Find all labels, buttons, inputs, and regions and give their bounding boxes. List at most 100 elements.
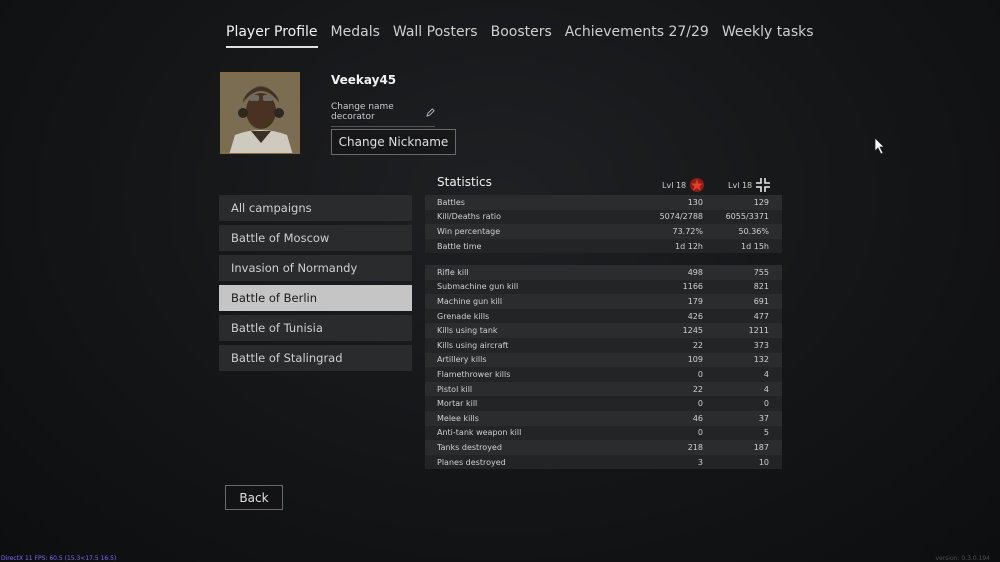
mouse-cursor-icon bbox=[874, 137, 885, 155]
stat-value-axis: 821 bbox=[753, 282, 769, 292]
stat-value-axis: 1211 bbox=[748, 326, 769, 336]
stat-value-axis: 132 bbox=[753, 355, 769, 365]
stat-value-axis: 129 bbox=[753, 197, 769, 207]
red-star-icon bbox=[690, 178, 705, 192]
level-axis: Lvl 18 bbox=[728, 177, 771, 193]
stat-label: Flamethrower kills bbox=[437, 369, 511, 379]
stat-value-allies: 1d 12h bbox=[675, 241, 703, 251]
statistics-title: Statistics bbox=[437, 175, 492, 189]
pencil-icon bbox=[426, 107, 435, 117]
stat-value-allies: 498 bbox=[687, 267, 703, 277]
tab-weekly-tasks[interactable]: Weekly tasks bbox=[722, 24, 814, 48]
stat-row: Tanks destroyed 218 187 bbox=[425, 440, 782, 455]
stat-value-allies: 426 bbox=[687, 311, 703, 321]
decorator-label: Change name decorator bbox=[331, 102, 394, 122]
stat-value-allies: 0 bbox=[697, 399, 703, 409]
stat-row: Kills using aircraft 22 373 bbox=[425, 337, 782, 353]
campaign-list: All campaigns Battle of Moscow Invasion … bbox=[219, 195, 412, 375]
tab-bar: Player Profile Medals Wall Posters Boost… bbox=[226, 24, 827, 48]
stat-value-axis: 10 bbox=[758, 457, 769, 467]
stat-label: Grenade kills bbox=[437, 311, 490, 321]
stat-value-allies: 22 bbox=[692, 384, 703, 394]
stat-row: Mortar kill 0 0 bbox=[425, 396, 782, 411]
stat-label: Melee kills bbox=[437, 413, 479, 423]
stat-value-allies: 73.72% bbox=[672, 226, 703, 236]
change-nickname-button[interactable]: Change Nickname bbox=[331, 129, 456, 155]
stat-value-allies: 0 bbox=[697, 428, 703, 438]
stat-row: Battles 130 129 bbox=[425, 195, 782, 210]
stat-value-allies: 46 bbox=[692, 413, 703, 423]
avatar bbox=[220, 72, 300, 154]
campaign-item-normandy[interactable]: Invasion of Normandy bbox=[219, 255, 412, 281]
stat-label: Artillery kills bbox=[437, 355, 487, 365]
stat-label: Kills using aircraft bbox=[437, 340, 509, 350]
stat-label: Battles bbox=[437, 197, 465, 207]
stat-row: Artillery kills 109 132 bbox=[425, 352, 782, 368]
campaign-item-moscow[interactable]: Battle of Moscow bbox=[219, 225, 412, 251]
stat-label: Pistol kill bbox=[437, 384, 473, 394]
tab-wall-posters[interactable]: Wall Posters bbox=[393, 24, 478, 48]
stat-value-axis: 373 bbox=[753, 340, 769, 350]
stat-value-axis: 6055/3371 bbox=[725, 212, 769, 222]
stat-value-allies: 179 bbox=[687, 296, 703, 306]
campaign-item-all[interactable]: All campaigns bbox=[219, 195, 412, 221]
tab-player-profile[interactable]: Player Profile bbox=[226, 24, 318, 48]
stat-row: Melee kills 46 37 bbox=[425, 410, 782, 426]
fps-counter: DirectX 11 FPS: 60.5 (15.3<17.5 16.5) bbox=[1, 555, 117, 562]
player-nickname: Veekay45 bbox=[331, 73, 397, 87]
stat-value-allies: 109 bbox=[687, 355, 703, 365]
stat-value-allies: 1245 bbox=[682, 326, 703, 336]
stat-value-allies: 218 bbox=[687, 442, 703, 452]
stat-row: Pistol kill 22 4 bbox=[425, 381, 782, 397]
stat-label: Planes destroyed bbox=[437, 457, 506, 467]
stat-label: Battle time bbox=[437, 241, 482, 251]
stat-value-allies: 3 bbox=[697, 457, 703, 467]
statistics-header: Statistics Lvl 18 Lvl 18 bbox=[425, 170, 782, 194]
stat-row: Kills using tank 1245 1211 bbox=[425, 323, 782, 338]
stat-row: Rifle kill 498 755 bbox=[425, 265, 782, 280]
stat-row: Planes destroyed 3 10 bbox=[425, 454, 782, 470]
stat-row: Kill/Deaths ratio 5074/2788 6055/3371 bbox=[425, 209, 782, 225]
stat-value-axis: 1d 15h bbox=[741, 241, 769, 251]
stat-label: Machine gun kill bbox=[437, 296, 503, 306]
stat-value-axis: 4 bbox=[763, 369, 769, 379]
stat-label: Anti-tank weapon kill bbox=[437, 428, 522, 438]
stat-value-axis: 4 bbox=[763, 384, 769, 394]
tab-boosters[interactable]: Boosters bbox=[491, 24, 552, 48]
tab-achievements[interactable]: Achievements 27/29 bbox=[565, 24, 709, 48]
stat-value-axis: 37 bbox=[758, 413, 769, 423]
stat-value-axis: 755 bbox=[753, 267, 769, 277]
stat-label: Submachine gun kill bbox=[437, 282, 519, 292]
stat-row: Flamethrower kills 0 4 bbox=[425, 367, 782, 382]
stat-value-axis: 0 bbox=[763, 399, 769, 409]
stat-value-allies: 130 bbox=[687, 197, 703, 207]
stat-label: Rifle kill bbox=[437, 267, 469, 277]
level-axis-label: Lvl 18 bbox=[728, 180, 753, 190]
stat-label: Win percentage bbox=[437, 226, 501, 236]
campaign-item-tunisia[interactable]: Battle of Tunisia bbox=[219, 315, 412, 341]
stat-row: Win percentage 73.72% 50.36% bbox=[425, 224, 782, 239]
stat-label: Kills using tank bbox=[437, 326, 498, 336]
level-allies-label: Lvl 18 bbox=[662, 180, 687, 190]
campaign-item-stalingrad[interactable]: Battle of Stalingrad bbox=[219, 345, 412, 371]
tab-medals[interactable]: Medals bbox=[331, 24, 380, 48]
stat-row: Anti-tank weapon kill 0 5 bbox=[425, 425, 782, 441]
stat-value-allies: 5074/2788 bbox=[659, 212, 703, 222]
stat-value-allies: 1166 bbox=[682, 282, 703, 292]
stat-value-allies: 0 bbox=[697, 369, 703, 379]
version-label: version: 0.3.0.194 bbox=[935, 555, 990, 562]
stat-row: Submachine gun kill 1166 821 bbox=[425, 279, 782, 295]
stat-label: Mortar kill bbox=[437, 399, 478, 409]
stat-value-axis: 5 bbox=[763, 428, 769, 438]
stat-value-axis: 477 bbox=[753, 311, 769, 321]
stat-label: Kill/Deaths ratio bbox=[437, 212, 501, 222]
stat-value-axis: 187 bbox=[753, 442, 769, 452]
iron-cross-icon bbox=[756, 178, 771, 192]
back-button[interactable]: Back bbox=[225, 485, 283, 510]
stat-row: Grenade kills 426 477 bbox=[425, 308, 782, 324]
summary-stats-table: Battles 130 129 Kill/Deaths ratio 5074/2788 6… bbox=[425, 195, 782, 254]
campaign-item-berlin[interactable]: Battle of Berlin bbox=[219, 285, 412, 311]
change-name-decorator[interactable]: Change name decorator bbox=[331, 102, 435, 127]
kill-stats-table: Rifle kill 498 755 Submachine gun kill 1166 8… bbox=[425, 265, 782, 470]
stat-row: Battle time 1d 12h 1d 15h bbox=[425, 238, 782, 254]
